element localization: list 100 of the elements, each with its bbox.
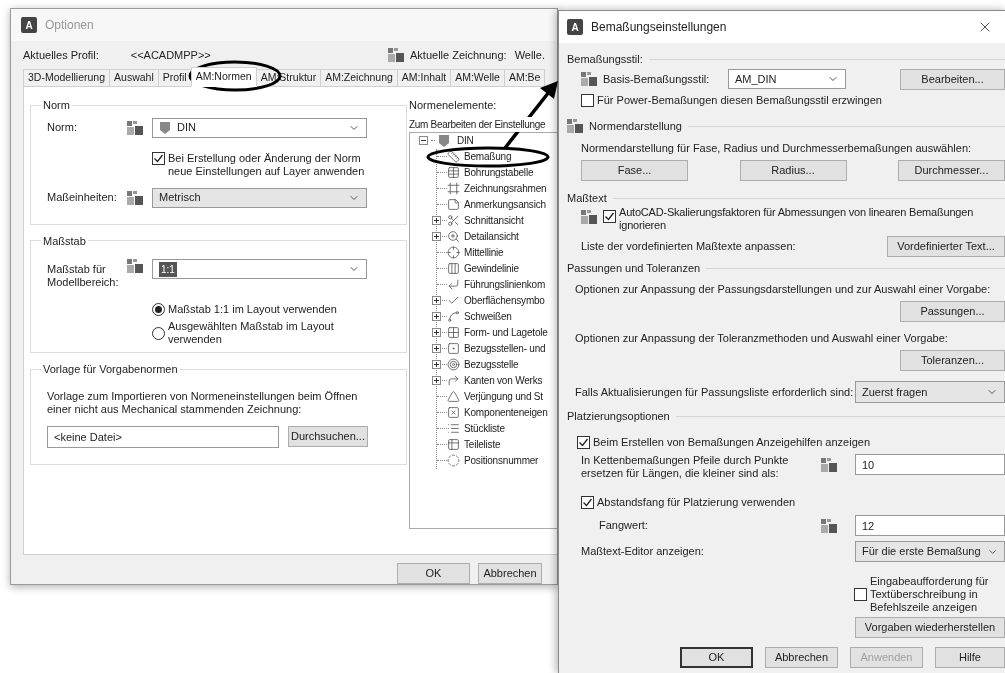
shield-icon — [159, 120, 171, 135]
blocks-icon — [127, 259, 143, 273]
radio-button[interactable] — [152, 326, 165, 340]
push-button[interactable]: Toleranzen... — [900, 350, 1005, 371]
checkbox-label: Bei Erstellung oder Änderung der Norm neue Einstellungen auf Layer anwenden — [168, 151, 366, 178]
expand-icon[interactable] — [432, 295, 441, 305]
tree-item[interactable]: Form- und Lagetole — [464, 325, 548, 340]
check-mark-icon — [447, 294, 460, 307]
tree-item[interactable]: Anmerkungsansich — [464, 197, 546, 212]
expand-icon[interactable] — [432, 231, 441, 241]
dropdown[interactable]: Zuerst fragen — [855, 381, 1005, 403]
shield-icon — [438, 133, 450, 148]
scissors-icon — [447, 214, 460, 227]
note-icon — [447, 198, 460, 211]
dropdown[interactable]: AM_DIN — [728, 69, 846, 89]
crossed-square-icon — [447, 406, 460, 419]
push-button[interactable]: Radius... — [739, 160, 847, 181]
crosshair-icon — [447, 246, 460, 259]
frame-icon — [447, 182, 460, 195]
dropdown[interactable]: Für die erste Bemaßung — [855, 541, 1005, 562]
dropdown[interactable]: Metrisch — [152, 187, 367, 208]
checkbox[interactable] — [581, 93, 594, 107]
tree-item[interactable]: Kanten von Werks — [464, 373, 543, 388]
tree-item[interactable]: Oberflächensymbo — [464, 293, 545, 308]
radio-label: Ausgewählten Maßstab im Layout verwenden — [168, 320, 335, 346]
collapse-icon[interactable] — [419, 136, 428, 145]
push-button[interactable]: OK — [397, 563, 470, 584]
tab[interactable]: 3D-Modellierung — [23, 69, 111, 87]
tree-item[interactable]: Zeichnungsrahmen — [464, 181, 547, 196]
drawing-label: Aktuelle Zeichnung: — [410, 47, 507, 63]
push-button[interactable]: OK — [680, 647, 753, 668]
radio-label: Maßstab 1:1 im Layout verwenden — [168, 303, 338, 316]
tree-item[interactable]: Schweißen — [464, 309, 512, 324]
push-button[interactable]: Abbrechen — [765, 647, 838, 668]
corner-arrow-icon — [447, 278, 460, 291]
profile-value: <<ACADMPP>> — [130, 47, 212, 63]
ruler-icon — [447, 150, 460, 163]
number-field[interactable]: 10 — [855, 454, 1005, 475]
tab[interactable]: AM:Be — [503, 69, 546, 87]
expand-icon[interactable] — [432, 375, 441, 385]
window-title: Optionen — [45, 17, 94, 34]
tree-item[interactable]: Schnittansicht — [464, 213, 524, 228]
push-button[interactable]: Hilfe — [935, 647, 1005, 668]
group-title: Maßstab — [42, 233, 87, 249]
push-button[interactable]: Vordefinierter Text... — [887, 236, 1005, 257]
checkbox[interactable] — [152, 151, 165, 165]
field-label: Maßeinheiten: — [47, 190, 118, 206]
blocks-icon — [127, 190, 143, 205]
tree-item[interactable]: Verjüngung und St — [464, 389, 543, 404]
target-icon — [447, 358, 460, 371]
push-button[interactable]: Passungen... — [900, 301, 1005, 322]
app-logo: A — [21, 17, 37, 33]
tree-item[interactable]: Bezugsstellen- und — [464, 341, 546, 356]
corner-arrow-icon — [447, 374, 460, 387]
tree-item[interactable]: Gewindelinie — [464, 261, 519, 276]
tree-item[interactable]: Bemaßung — [464, 149, 512, 164]
tree-item[interactable]: Positionsnummer — [464, 453, 539, 468]
blocks-icon — [581, 72, 597, 86]
blocks-icon — [821, 458, 837, 472]
tree-item[interactable]: Mittellinie — [464, 245, 504, 260]
list-icon — [447, 422, 460, 435]
expand-icon[interactable] — [432, 215, 441, 225]
checkbox-label: Eingabeaufforderung für Textüberschreibung in Befehlszeile anzeigen — [870, 575, 990, 614]
tree-item[interactable]: Führungslinienkom — [464, 277, 546, 292]
app-logo: A — [567, 19, 583, 35]
push-button[interactable]: Fase... — [581, 160, 688, 181]
field-label: Basis-Bemaßungsstil: — [603, 71, 711, 87]
checkbox[interactable] — [603, 210, 616, 223]
expand-icon[interactable] — [432, 311, 441, 321]
expand-icon[interactable] — [432, 327, 441, 337]
blocks-icon — [821, 518, 837, 533]
tree-item[interactable]: Komponenteneigen — [464, 405, 548, 420]
expand-icon[interactable] — [432, 343, 441, 353]
magnifier-icon — [447, 230, 460, 243]
tab[interactable]: AM:Normen — [190, 67, 257, 87]
field-label: Norm: — [47, 120, 78, 136]
dropdown[interactable]: 1:1 — [152, 259, 367, 279]
description-text: Normendarstellung für Fase, Radius und Durchmesserbemaßungen auswählen: — [580, 141, 973, 156]
number-field[interactable]: 12 — [855, 515, 1005, 536]
push-button[interactable]: Durchsuchen... — [288, 426, 368, 447]
checkbox[interactable] — [577, 435, 590, 449]
checkbox-label: Beim Erstellen von Bemaßungen Anzeigehilfen anzeigen — [593, 434, 870, 450]
dropdown[interactable]: DIN — [152, 117, 367, 138]
push-button[interactable]: Vorgaben wiederherstellen — [855, 617, 1005, 638]
tree-item[interactable]: Bohrungstabelle — [464, 165, 534, 180]
tree-item[interactable]: Detailansicht — [464, 229, 519, 244]
checkbox[interactable] — [581, 495, 594, 509]
tree-item[interactable]: Teileliste — [464, 437, 501, 452]
push-button[interactable]: Bearbeiten... — [900, 68, 1005, 90]
section-title: Maßtext — [567, 190, 607, 206]
tree-item[interactable]: Stückliste — [464, 421, 505, 436]
expand-icon[interactable] — [432, 359, 441, 369]
tree-item[interactable]: DIN — [457, 133, 474, 148]
push-button[interactable]: Abbrechen — [478, 563, 542, 584]
radio-button[interactable] — [152, 303, 165, 316]
push-button[interactable]: Durchmesser... — [898, 160, 1005, 181]
section-title: Normendarstellung — [589, 118, 682, 134]
file-field[interactable]: <keine Datei> — [47, 425, 279, 448]
tree-item[interactable]: Bezugsstelle — [464, 357, 519, 372]
checkbox[interactable] — [854, 588, 867, 601]
